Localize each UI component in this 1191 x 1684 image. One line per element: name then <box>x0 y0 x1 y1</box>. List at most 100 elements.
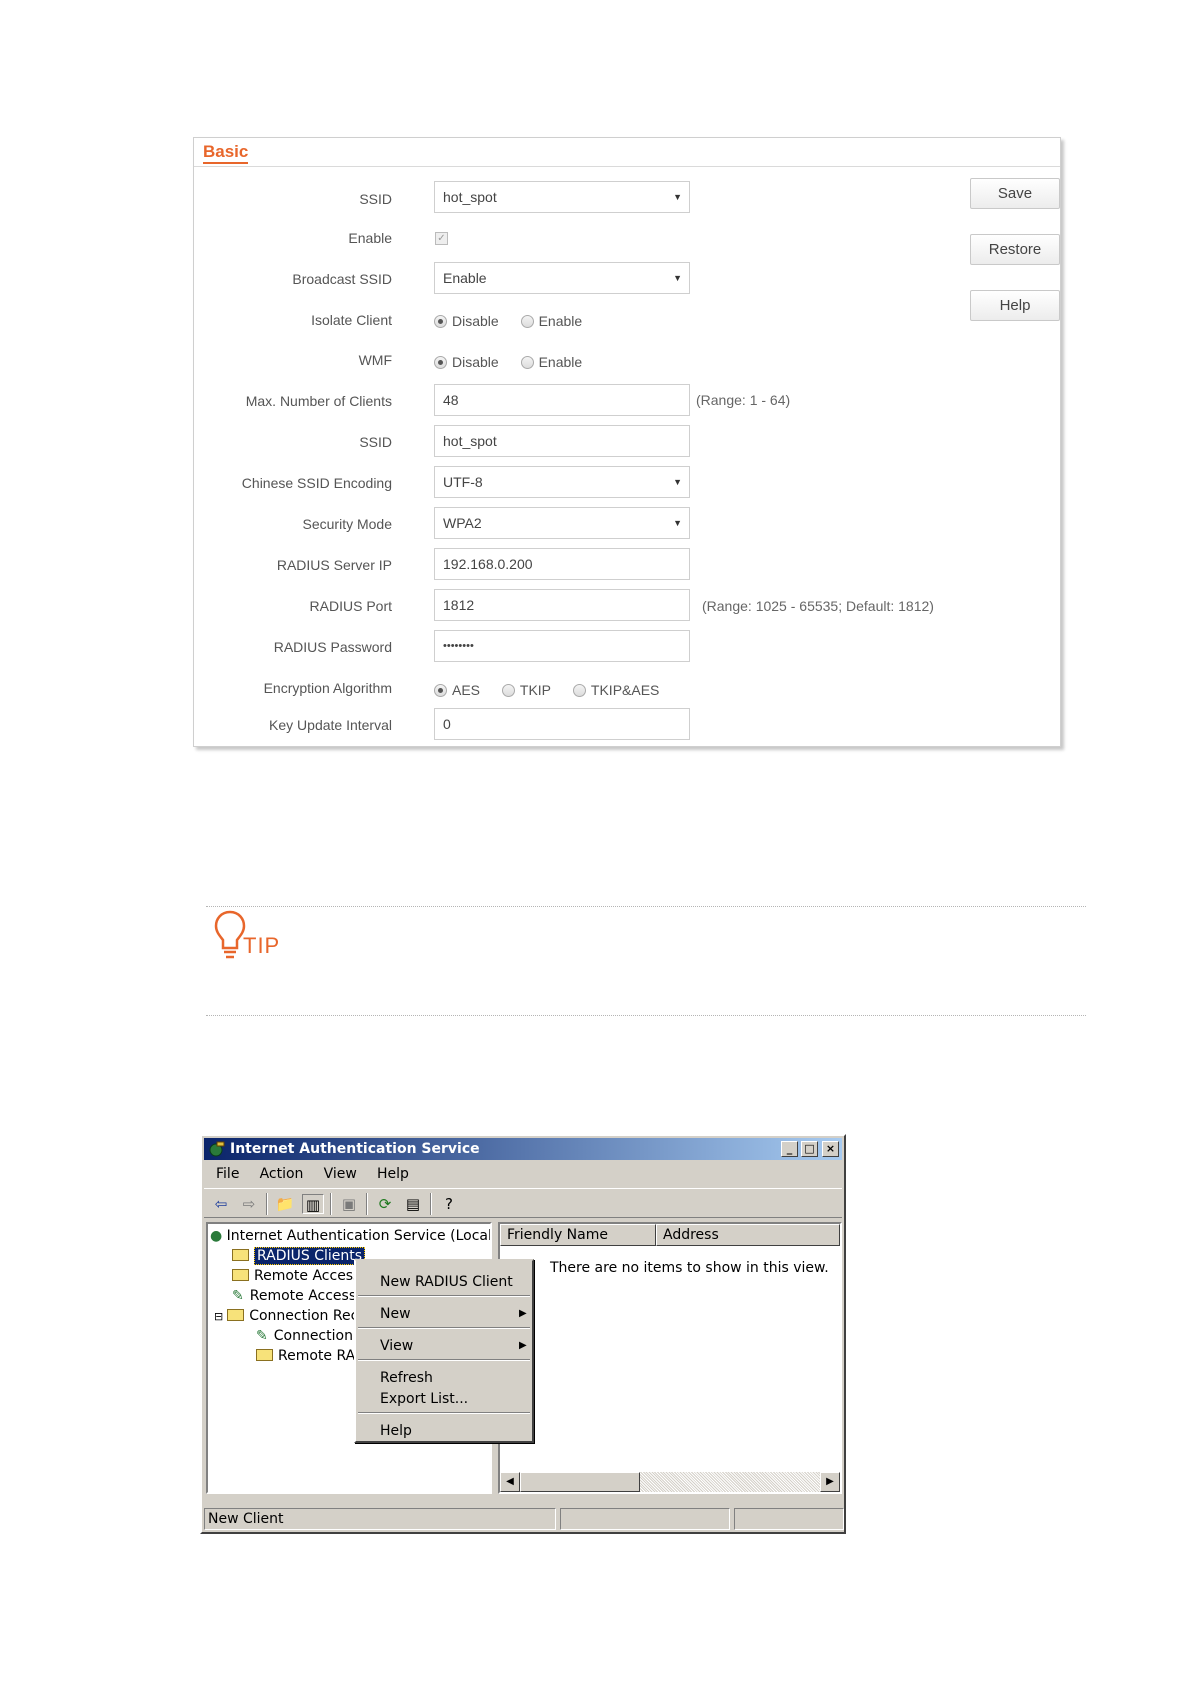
export-list-icon[interactable]: ▤ <box>402 1194 424 1214</box>
forward-arrow-icon[interactable]: ⇨ <box>238 1194 260 1214</box>
menu-help[interactable]: Help <box>377 1166 409 1182</box>
tree-root[interactable]: ● Internet Authentication Service (Local… <box>210 1226 490 1246</box>
show-hide-tree-icon[interactable]: ▥ <box>302 1194 324 1214</box>
menu-item-refresh[interactable]: Refresh <box>380 1369 433 1387</box>
key-update-interval-input[interactable]: 0 <box>434 708 690 740</box>
menu-item-view[interactable]: View ▶ <box>380 1337 527 1355</box>
folder-icon <box>232 1269 249 1281</box>
menu-item-new[interactable]: New ▶ <box>380 1305 527 1323</box>
radius-port-input[interactable]: 1812 <box>434 589 690 621</box>
encryption-algorithm-radio-group: AES TKIP TKIP&AES <box>434 682 677 698</box>
horizontal-scrollbar[interactable]: ◀ ▶ <box>500 1472 840 1492</box>
help-icon[interactable]: ? <box>438 1194 460 1214</box>
tree-item-radius-clients[interactable]: RADIUS Clients <box>232 1246 366 1266</box>
panel-header: Basic <box>194 138 1060 167</box>
refresh-icon[interactable]: ⟳ <box>374 1194 396 1214</box>
radius-password-input[interactable]: •••••••• <box>434 630 690 662</box>
radius-password-label: RADIUS Password <box>273 639 392 655</box>
isolate-client-radio-group: Disable Enable <box>434 313 600 329</box>
delete-icon[interactable]: ▣ <box>338 1194 360 1214</box>
toolbar-separator <box>366 1193 368 1215</box>
wmf-enable-option[interactable]: Enable <box>520 354 582 370</box>
menu-item-help[interactable]: Help <box>380 1422 412 1440</box>
isolate-client-label: Isolate Client <box>311 312 392 328</box>
radio-selected-icon[interactable] <box>434 356 447 369</box>
minimize-button[interactable]: _ <box>781 1141 798 1157</box>
encryption-tkip-option[interactable]: TKIP <box>501 682 551 698</box>
status-cell <box>734 1508 844 1530</box>
collapse-icon[interactable]: ⊟ <box>214 1310 223 1323</box>
radio-unselected-icon[interactable] <box>572 684 586 697</box>
max-clients-range-hint: (Range: 1 - 64) <box>696 392 791 408</box>
tip-label: TIP <box>243 933 281 958</box>
ssid-input-label: SSID <box>359 434 392 450</box>
folder-icon <box>227 1309 245 1321</box>
chinese-ssid-encoding-select[interactable]: UTF-8 <box>434 466 690 498</box>
restore-button[interactable]: Restore <box>970 234 1060 265</box>
menu-action[interactable]: Action <box>260 1166 304 1182</box>
policy-icon: ✎ <box>256 1328 268 1344</box>
ssid-label: SSID <box>359 191 392 207</box>
isolate-client-enable-option[interactable]: Enable <box>520 313 582 329</box>
help-button[interactable]: Help <box>970 290 1060 321</box>
minimize-icon[interactable]: _ <box>787 1142 793 1155</box>
encryption-tkip-aes-option[interactable]: TKIP&AES <box>572 682 659 698</box>
enable-checkbox[interactable]: ✓ <box>435 232 448 245</box>
menu-item-new-radius-client[interactable]: New RADIUS Client <box>380 1273 513 1291</box>
toolbar-separator <box>330 1193 332 1215</box>
submenu-arrow-icon: ▶ <box>519 1340 527 1351</box>
scroll-right-icon[interactable]: ▶ <box>820 1472 840 1492</box>
folder-icon <box>256 1349 273 1361</box>
wmf-disable-option[interactable]: Disable <box>434 354 499 370</box>
back-arrow-icon[interactable]: ⇦ <box>210 1194 232 1214</box>
maximize-button[interactable]: □ <box>801 1141 818 1157</box>
enable-label: Enable <box>348 230 392 246</box>
broadcast-ssid-label: Broadcast SSID <box>292 271 392 287</box>
scroll-left-icon[interactable]: ◀ <box>500 1472 520 1492</box>
save-button[interactable]: Save <box>970 178 1060 209</box>
ssid-select[interactable]: hot_spot <box>434 181 690 213</box>
menu-separator <box>358 1327 530 1329</box>
radio-unselected-icon[interactable] <box>501 684 515 697</box>
encryption-algorithm-label: Encryption Algorithm <box>263 680 392 696</box>
encryption-aes-option[interactable]: AES <box>434 682 480 698</box>
maximize-icon[interactable]: □ <box>804 1142 814 1155</box>
panel-title-basic[interactable]: Basic <box>203 142 249 164</box>
max-clients-label: Max. Number of Clients <box>245 393 392 409</box>
radius-port-label: RADIUS Port <box>309 598 392 614</box>
column-header-friendly-name[interactable]: Friendly Name <box>500 1224 656 1246</box>
scroll-thumb[interactable] <box>520 1472 640 1492</box>
details-list: Friendly Name Address There are no items… <box>498 1222 842 1494</box>
max-clients-input[interactable]: 48 <box>434 384 690 416</box>
broadcast-ssid-select[interactable]: Enable <box>434 262 690 294</box>
menu-item-export-list[interactable]: Export List... <box>380 1390 468 1408</box>
tree-item-remote-access-policies[interactable]: ✎ Remote Access <box>232 1286 356 1306</box>
tree-item-remote-radius-groups[interactable]: Remote RA <box>256 1346 355 1366</box>
ssid-input[interactable]: hot_spot <box>434 425 690 457</box>
status-text: New Client <box>204 1508 556 1530</box>
tree-item-remote-access-logging[interactable]: Remote Access <box>232 1266 360 1286</box>
radius-server-ip-label: RADIUS Server IP <box>276 557 392 573</box>
menu-file[interactable]: File <box>216 1166 239 1182</box>
menu-view[interactable]: View <box>324 1166 357 1182</box>
radio-selected-icon[interactable] <box>434 684 447 697</box>
chinese-ssid-encoding-label: Chinese SSID Encoding <box>241 475 392 491</box>
window-title: Internet Authentication Service <box>230 1141 480 1157</box>
up-folder-icon[interactable]: 📁 <box>274 1194 296 1214</box>
radio-selected-icon[interactable] <box>434 315 447 328</box>
security-mode-select[interactable]: WPA2 <box>434 507 690 539</box>
security-mode-label: Security Mode <box>302 516 392 532</box>
tree-item-connection-request-policies[interactable]: ✎ Connection <box>256 1326 353 1346</box>
close-icon[interactable]: × <box>826 1142 835 1155</box>
radius-port-range-hint: (Range: 1025 - 65535; Default: 1812) <box>702 598 934 614</box>
window-titlebar[interactable]: Internet Authentication Service _ □ × <box>204 1138 842 1160</box>
radio-unselected-icon[interactable] <box>520 356 534 369</box>
radius-server-ip-input[interactable]: 192.168.0.200 <box>434 548 690 580</box>
isolate-client-disable-option[interactable]: Disable <box>434 313 499 329</box>
close-button[interactable]: × <box>822 1141 839 1157</box>
column-header-address[interactable]: Address <box>656 1224 840 1246</box>
policy-icon: ✎ <box>232 1288 244 1304</box>
radio-unselected-icon[interactable] <box>520 315 534 328</box>
status-cell <box>560 1508 730 1530</box>
tree-item-connection-request[interactable]: ⊟ Connection Rec <box>214 1306 358 1326</box>
